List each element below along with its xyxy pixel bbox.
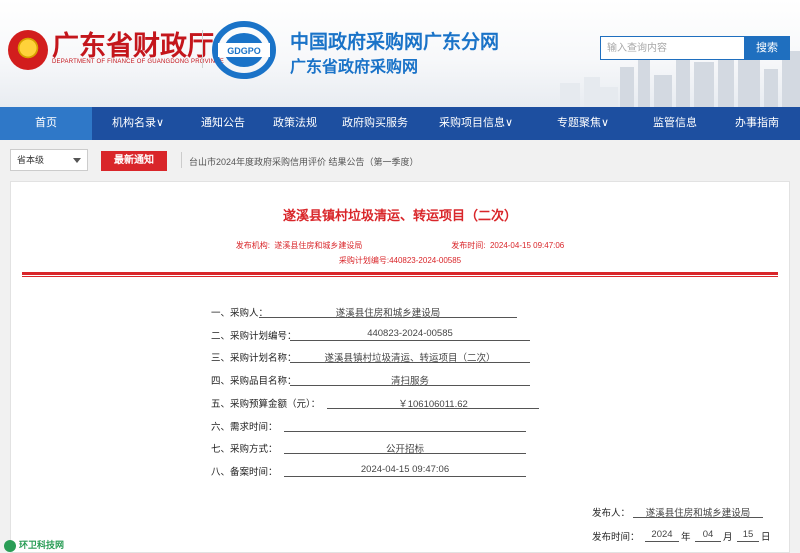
nav-item-project-info[interactable]: 采购项目信息∨ [422,107,530,140]
nav-item-special-topics[interactable]: 专题聚焦∨ [530,107,636,140]
field-label: 三、采购计划名称： [211,353,297,364]
chevron-down-icon [73,158,81,163]
field-value: 清扫服务 [290,373,530,387]
mof-title[interactable]: 广东省财政厅 [52,24,214,63]
field-value: 440823-2024-00585 [290,328,530,341]
region-select[interactable]: 省本级 [10,149,88,171]
month-unit: 月 [723,532,733,543]
nav-item-purchase-services[interactable]: 政府购买服务 [328,107,422,140]
field-value: 遂溪县住房和城乡建设局 [259,305,517,319]
latest-notice-badge: 最新通知 [101,151,167,171]
title-divider-thin [22,276,778,277]
nav-item-policies[interactable]: 政策法规 [262,107,328,140]
publish-time-label: 发布时间： [592,532,640,543]
mof-subtitle: DEPARTMENT OF FINANCE OF GUANGDONG PROVI… [52,59,224,65]
search-input[interactable] [600,36,745,60]
logo-text: GDGPO [227,46,261,56]
gdgpo-logo-icon[interactable]: GDGPO [212,21,276,79]
watermark-text: 环卫科技网 [19,540,65,550]
nav-item-home[interactable]: 首页 [0,107,92,140]
day-unit: 日 [761,532,771,543]
title-divider [22,272,778,275]
watermark-logo-icon [4,539,16,552]
nav-item-directory[interactable]: 机构名录∨ [92,107,184,140]
nav-item-notices[interactable]: 通知公告 [184,107,262,140]
year-unit: 年 [681,532,691,543]
field-value: ￥106106011.62 [327,396,539,410]
nav-item-supervision[interactable]: 监管信息 [636,107,714,140]
site-header: 广东省财政厅 DEPARTMENT OF FINANCE OF GUANGDON… [0,0,800,107]
publish-day: 15 [737,529,759,542]
search-button[interactable]: 搜索 [744,36,790,60]
publisher-label: 发布人： [592,508,631,519]
publish-month: 04 [695,529,721,542]
ticker-link[interactable]: 台山市2024年度政府采购信用评价 结果公告（第一季度） [189,155,419,168]
national-emblem-icon [8,30,48,70]
ticker-divider [181,152,182,168]
field-label: 八、备案时间： [211,467,278,478]
field-label: 四、采购品目名称： [211,376,297,387]
watermark: 环卫科技网 [4,538,64,552]
field-value: 遂溪县镇村垃圾清运、转运项目（二次） [290,350,530,364]
field-label: 二、采购计划编号： [211,331,297,342]
content-card [10,181,790,553]
document-meta-publisher: 发布机构: 遂溪县住房和城乡建设局 发布时间: 2024-04-15 09:47… [235,241,565,250]
field-label: 五、采购预算金额（元）： [211,399,321,410]
field-value: 2024-04-15 09:47:06 [284,464,526,477]
main-nav: 首页 机构名录∨ 通知公告 政策法规 政府购买服务 采购项目信息∨ 专题聚焦∨ … [0,107,800,140]
document-meta-plan-number: 采购计划编号:440823-2024-00585 [338,256,462,265]
publish-year: 2024 [645,529,679,542]
portal-title[interactable]: 中国政府采购网广东分网 [290,27,499,54]
field-label: 七、采购方式： [211,444,278,455]
document-title: 遂溪县镇村垃圾清运、转运项目（二次） [282,208,517,223]
field-label: 六、需求时间： [211,422,278,433]
field-value [284,419,526,432]
region-select-value: 省本级 [17,155,45,165]
publisher-value: 遂溪县住房和城乡建设局 [633,505,763,519]
header-divider [202,30,203,68]
nav-item-guide[interactable]: 办事指南 [714,107,800,140]
field-value: 公开招标 [284,441,526,455]
portal-subtitle: 广东省政府采购网 [290,59,419,76]
